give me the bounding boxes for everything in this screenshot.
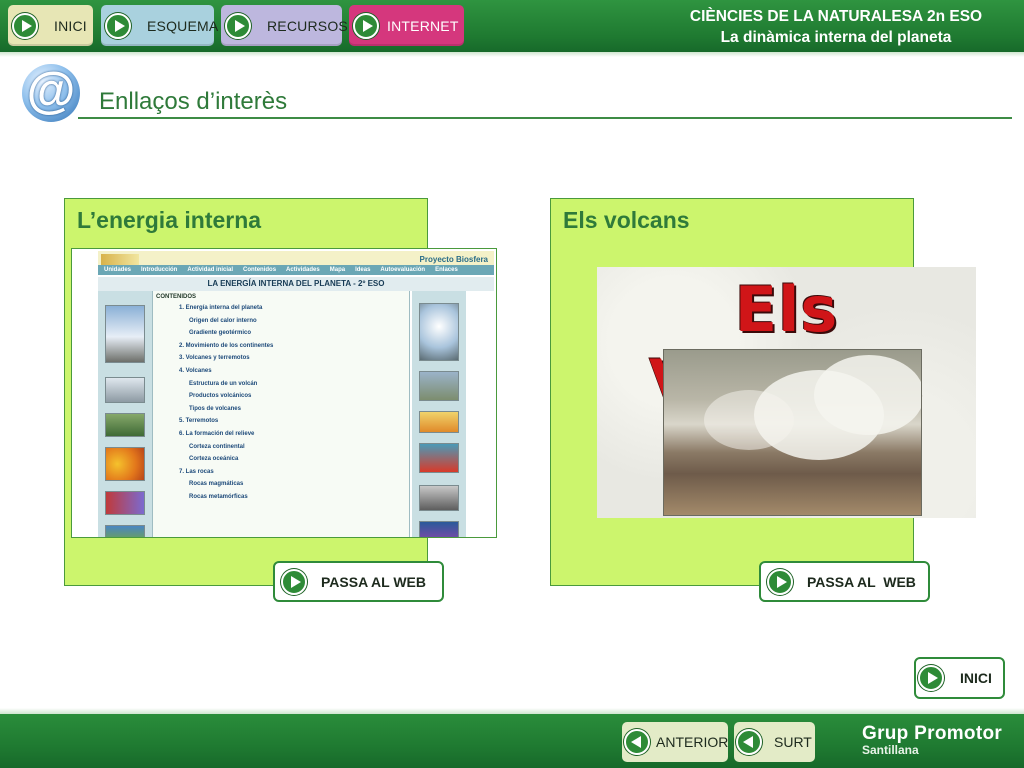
passa-al-web-button-volcans[interactable]: PASSA AL WEB bbox=[759, 561, 930, 602]
inici-label: INICI bbox=[960, 670, 992, 686]
rock-layers-thumbnail bbox=[419, 411, 459, 433]
contents-item: Corteza oceánica bbox=[189, 456, 239, 463]
contents-item: Productos volcánicos bbox=[189, 393, 252, 400]
top-bar-shadow bbox=[0, 52, 1024, 57]
passa-al-web-label: PASSA AL WEB bbox=[807, 573, 916, 590]
course-title: CIÈNCIES DE LA NATURALESA 2n ESO La dinà… bbox=[666, 6, 1006, 48]
brand-name: Grup Promotor bbox=[862, 723, 1003, 744]
play-icon bbox=[918, 665, 944, 691]
nav-esquema-label: ESQUEMA bbox=[147, 17, 219, 34]
nav-recursos-button[interactable]: RECURSOS bbox=[221, 5, 348, 46]
nav-recursos-label: RECURSOS bbox=[267, 17, 348, 34]
back-arrow-icon bbox=[736, 729, 762, 755]
geyser-thumbnail bbox=[419, 303, 459, 361]
course-name: CIÈNCIES DE LA NATURALESA 2n ESO bbox=[689, 8, 983, 25]
ruins-thumbnail bbox=[419, 485, 459, 511]
play-icon bbox=[281, 568, 307, 595]
menu-item: Ideas bbox=[355, 267, 371, 273]
title-divider bbox=[78, 117, 1012, 119]
screenshot-banner: LA ENERGÍA INTERNA DEL PLANETA - 2º ESO bbox=[98, 277, 494, 291]
nav-inici-label: INICI bbox=[54, 17, 87, 34]
publisher-logo: Grup Promotor Santillana bbox=[862, 723, 1002, 757]
slide: INICI ESQUEMA RECURSOS INTERNET CIÈNCIES… bbox=[0, 0, 1024, 768]
nav-internet-button[interactable]: INTERNET bbox=[349, 5, 464, 46]
at-icon: @ bbox=[22, 64, 80, 122]
back-arrow-icon bbox=[624, 729, 650, 755]
contents-item: 5. Terremotos bbox=[179, 418, 219, 425]
play-icon bbox=[767, 568, 793, 595]
surt-label: SURT bbox=[774, 734, 812, 750]
menu-item: Unidades bbox=[104, 267, 132, 273]
menu-item: Actividades bbox=[286, 267, 320, 273]
contents-item: Tipos de volcanes bbox=[189, 405, 241, 412]
contents-item: 4. Volcanes bbox=[179, 367, 212, 374]
contents-item: Rocas magmáticas bbox=[189, 481, 244, 488]
steam-cloud bbox=[814, 355, 921, 435]
contents-heading: CONTENIDOS bbox=[156, 294, 197, 300]
website-screenshot[interactable]: Proyecto Biosfera Unidades Introducción … bbox=[71, 248, 497, 538]
top-bar: INICI ESQUEMA RECURSOS INTERNET CIÈNCIES… bbox=[0, 0, 1024, 52]
menu-item: Enlaces bbox=[435, 267, 458, 273]
surt-button[interactable]: SURT bbox=[734, 722, 815, 762]
inici-button[interactable]: INICI bbox=[914, 657, 1005, 699]
map-thumbnail bbox=[419, 521, 459, 537]
mountain-thumbnail bbox=[105, 305, 145, 363]
contents-item: 2. Movimiento de los continentes bbox=[179, 342, 274, 349]
anterior-label: ANTERIOR bbox=[656, 734, 729, 750]
contents-item: 1. Energía interna del planeta bbox=[179, 305, 263, 311]
nav-esquema-button[interactable]: ESQUEMA bbox=[101, 5, 218, 46]
screenshot-left-column bbox=[98, 291, 152, 537]
contents-item: Origen del calor interno bbox=[189, 317, 257, 324]
plates-thumbnail bbox=[105, 491, 145, 515]
nav-internet-label: INTERNET bbox=[387, 17, 459, 34]
play-icon bbox=[12, 12, 38, 39]
screenshot-right-column bbox=[412, 291, 466, 537]
passa-al-web-label: PASSA AL WEB bbox=[321, 573, 427, 590]
volcano-crater-photo bbox=[663, 349, 922, 516]
strata-thumbnail bbox=[419, 371, 459, 401]
glacier-thumbnail bbox=[105, 377, 145, 403]
contents-item: Gradiente geotérmico bbox=[189, 330, 252, 337]
contents-list: 1. Energía interna del planeta Origen de… bbox=[153, 302, 409, 504]
contents-item: Estructura de un volcán bbox=[189, 380, 258, 387]
passa-al-web-button-energia[interactable]: PASSA AL WEB bbox=[273, 561, 444, 602]
panel-title: Els volcans bbox=[563, 207, 690, 233]
contents-item: 7. Las rocas bbox=[179, 468, 214, 475]
panel-title: L’energia interna bbox=[77, 207, 262, 233]
menu-item: Autoevaluación bbox=[380, 267, 426, 273]
play-icon bbox=[225, 12, 251, 39]
world-map-thumbnail bbox=[105, 525, 145, 537]
menu-item: Actividad inicial bbox=[187, 267, 234, 273]
anterior-button[interactable]: ANTERIOR bbox=[622, 722, 728, 762]
menu-item: Mapa bbox=[329, 267, 346, 273]
unit-name: La dinàmica interna del planeta bbox=[720, 29, 952, 46]
play-icon bbox=[353, 12, 379, 39]
menu-item: Contenidos bbox=[243, 267, 277, 273]
brand-subname: Santillana bbox=[862, 743, 919, 757]
volcanoes-image[interactable]: Els Volcans bbox=[597, 267, 976, 518]
contents-item: 3. Volcanes y terremotos bbox=[179, 355, 250, 362]
contents-item: 6. La formación del relieve bbox=[179, 430, 255, 437]
lava-thumbnail bbox=[419, 443, 459, 473]
screenshot-menu: Unidades Introducción Actividad inicial … bbox=[98, 265, 494, 275]
steam-cloud bbox=[704, 390, 794, 450]
nav-inici-button[interactable]: INICI bbox=[8, 5, 93, 46]
screenshot-contents: CONTENIDOS 1. Energía interna del planet… bbox=[152, 291, 410, 537]
page-title: Enllaços d’interès bbox=[99, 88, 288, 115]
project-name: Proyecto Biosfera bbox=[419, 255, 488, 264]
contents-item: Rocas metamórficas bbox=[189, 493, 248, 500]
landscape-thumbnail bbox=[105, 413, 145, 437]
contents-item: Corteza continental bbox=[189, 443, 245, 450]
earth-layers-thumbnail bbox=[105, 447, 145, 481]
menu-item: Introducción bbox=[141, 267, 178, 273]
play-icon bbox=[105, 12, 131, 39]
